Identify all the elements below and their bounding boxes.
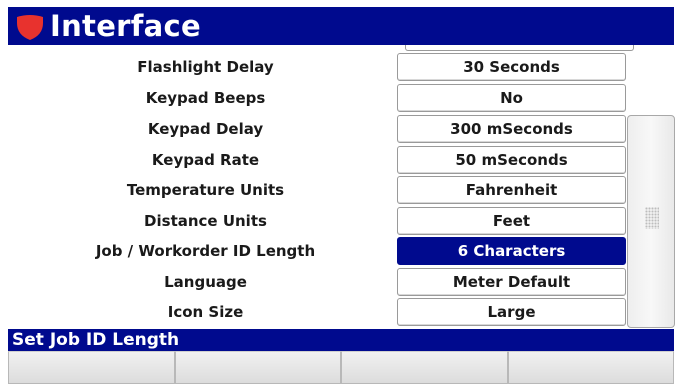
- interface-screen: Interface Flashlight Delay 30 Seconds Ke…: [0, 0, 682, 384]
- setting-value-button[interactable]: Feet: [397, 207, 626, 235]
- shield-icon: [17, 15, 43, 40]
- setting-value-button[interactable]: No: [397, 84, 626, 112]
- setting-row-job-id-length: Job / Workorder ID Length 6 Characters: [8, 237, 628, 265]
- setting-label: Language: [164, 273, 247, 291]
- softkey-3[interactable]: [341, 351, 508, 384]
- setting-row-flashlight-delay: Flashlight Delay 30 Seconds: [8, 53, 628, 81]
- setting-label: Keypad Delay: [147, 120, 264, 138]
- setting-value-button[interactable]: 30 Seconds: [397, 53, 626, 81]
- settings-panel: Flashlight Delay 30 Seconds Keypad Beeps…: [8, 45, 675, 329]
- setting-value-button[interactable]: 300 mSeconds: [397, 115, 626, 143]
- setting-row-keypad-rate: Keypad Rate 50 mSeconds: [8, 146, 628, 174]
- status-bar: Set Job ID Length: [8, 329, 674, 351]
- partial-value-box: [405, 45, 634, 51]
- setting-label: Icon Size: [167, 303, 244, 321]
- setting-label: Flashlight Delay: [137, 58, 274, 76]
- setting-value-button-selected[interactable]: 6 Characters: [397, 237, 626, 265]
- setting-label: Job / Workorder ID Length: [95, 242, 316, 260]
- setting-row-keypad-beeps: Keypad Beeps No: [8, 84, 628, 112]
- setting-row-keypad-delay: Keypad Delay 300 mSeconds: [8, 115, 628, 143]
- softkey-1[interactable]: [8, 351, 175, 384]
- title-bar: Interface: [8, 7, 674, 45]
- softkey-4[interactable]: [507, 351, 674, 384]
- grip-icon: [645, 207, 659, 229]
- softkey-bar: [8, 351, 674, 384]
- setting-value-button[interactable]: 50 mSeconds: [397, 146, 626, 174]
- setting-label: Keypad Beeps: [145, 89, 266, 107]
- setting-row-icon-size: Icon Size Large: [8, 298, 628, 326]
- setting-row-temperature-units: Temperature Units Fahrenheit: [8, 176, 628, 204]
- setting-label: Distance Units: [144, 212, 267, 230]
- setting-row-language: Language Meter Default: [8, 268, 628, 296]
- page-title: Interface: [50, 8, 202, 43]
- setting-label: Keypad Rate: [151, 151, 260, 169]
- scrollbar-thumb[interactable]: [627, 115, 675, 328]
- setting-label: Temperature Units: [126, 181, 285, 199]
- setting-row-distance-units: Distance Units Feet: [8, 207, 628, 235]
- setting-value-button[interactable]: Meter Default: [397, 268, 626, 296]
- setting-value-button[interactable]: Fahrenheit: [397, 176, 626, 204]
- softkey-2[interactable]: [174, 351, 341, 384]
- setting-value-button[interactable]: Large: [397, 298, 626, 326]
